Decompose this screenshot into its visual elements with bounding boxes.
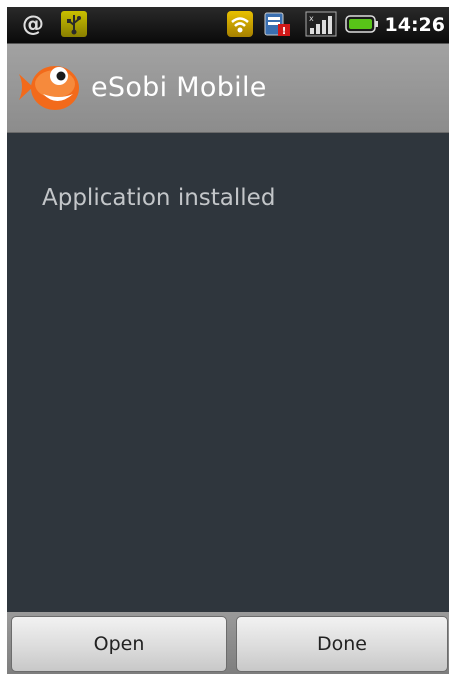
esobi-fish-logo-icon (15, 54, 83, 120)
sim-alert-icon: ! (263, 11, 291, 37)
status-bar: @ ! x 14:26 (7, 7, 449, 44)
signal-icon: x (304, 11, 338, 37)
svg-text:x: x (309, 14, 314, 23)
open-button[interactable]: Open (11, 616, 227, 672)
install-status-panel: Application installed (7, 133, 449, 612)
button-bar: Open Done (7, 612, 449, 674)
at-sign-icon: @ (22, 11, 44, 37)
install-status-message: Application installed (42, 185, 276, 211)
done-button[interactable]: Done (236, 616, 448, 672)
title-bar: eSobi Mobile (7, 44, 449, 133)
wifi-icon (227, 11, 253, 37)
usb-icon (61, 11, 87, 37)
status-time: 14:26 (384, 14, 445, 36)
battery-icon (344, 11, 380, 37)
app-title: eSobi Mobile (91, 72, 267, 103)
phone-screen: @ ! x 14:26 eSobi Mobile Application ins… (7, 7, 449, 674)
svg-text:!: ! (282, 26, 287, 37)
